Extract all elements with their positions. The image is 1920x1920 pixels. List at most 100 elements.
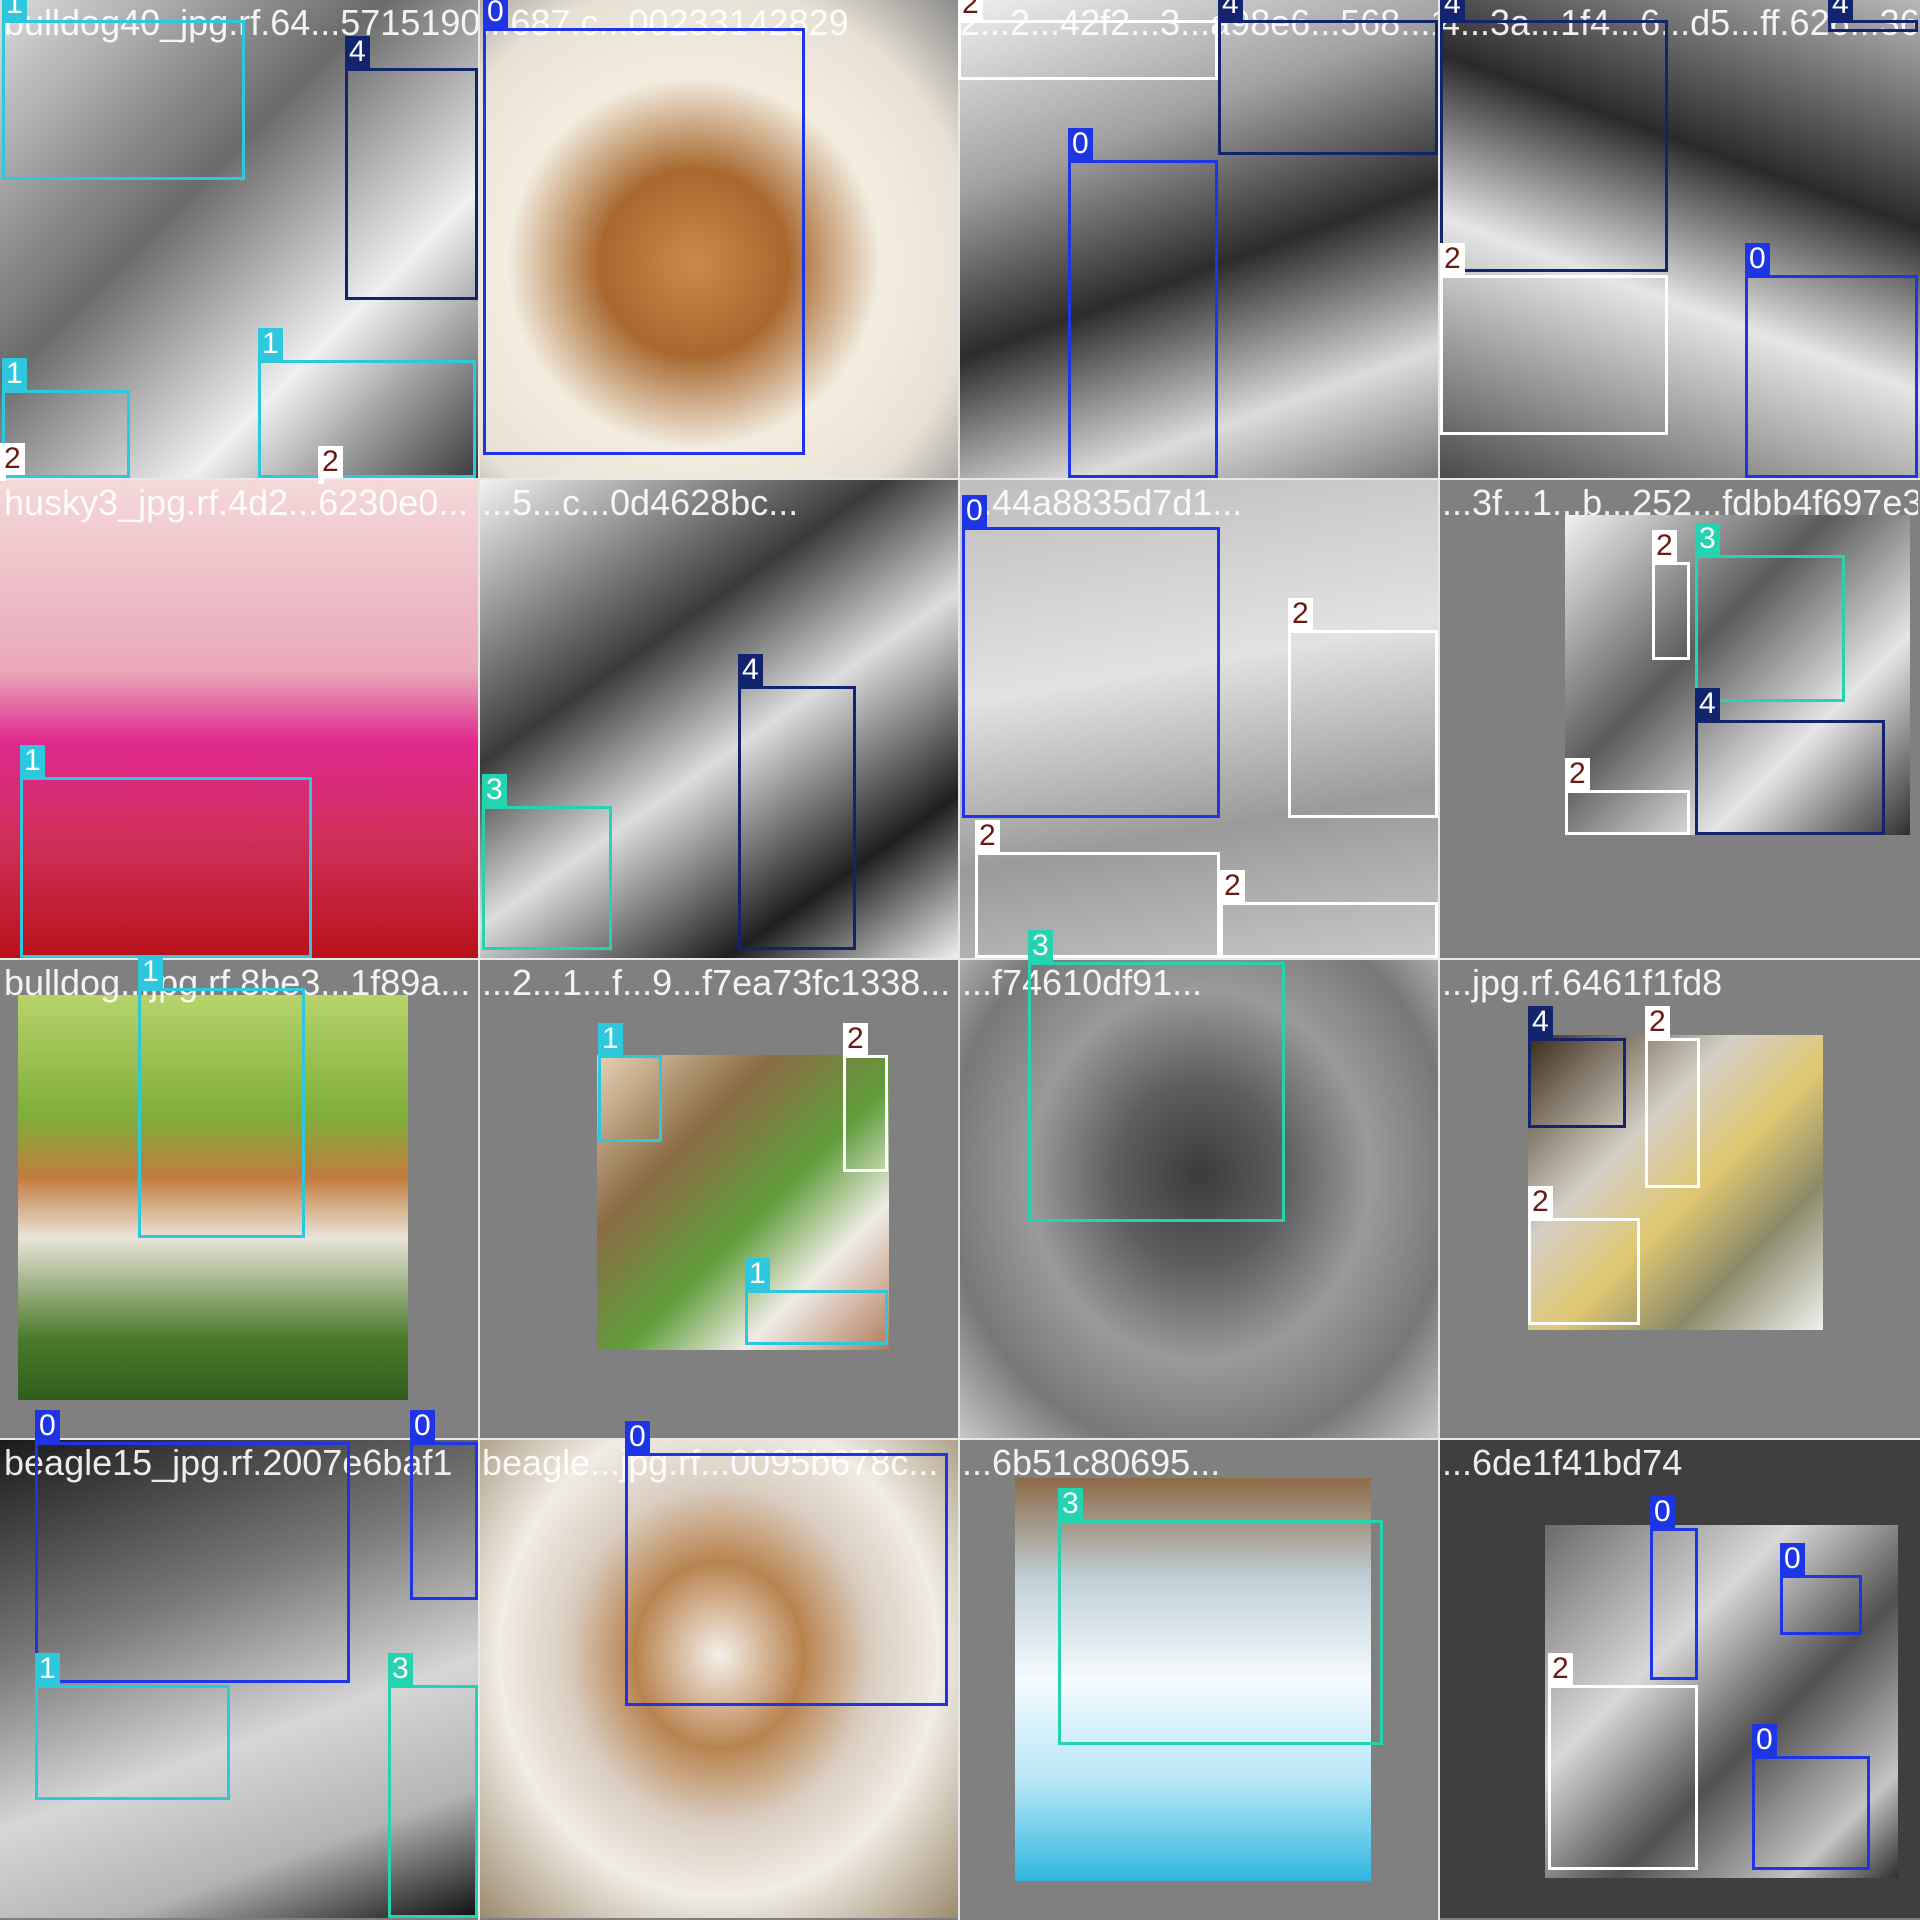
bounding-box-class-2: 2 xyxy=(1548,1653,1698,1870)
mosaic-grid: bulldog40_jpg.rf.64...5715190...687.c...… xyxy=(0,0,1920,1920)
bounding-box-class-2: 2 xyxy=(1565,758,1690,835)
class-label: 0 xyxy=(410,1410,435,1442)
class-label: 4 xyxy=(1828,0,1853,20)
class-label: 3 xyxy=(1695,523,1720,555)
class-label: 4 xyxy=(1695,688,1720,720)
bounding-box-class-2: 2 xyxy=(1288,598,1438,818)
class-label: 0 xyxy=(483,0,508,28)
bounding-box-class-4: 4 xyxy=(1440,0,1668,272)
class-label: 2 xyxy=(1652,530,1677,562)
bounding-box-class-3: 3 xyxy=(388,1653,478,1918)
bounding-box-class-2: 2 xyxy=(1220,870,1438,958)
bounding-box-class-1: 1 xyxy=(258,328,476,478)
bounding-box-class-3: 3 xyxy=(1028,930,1285,1222)
bounding-box-class-0: 0 xyxy=(1650,1496,1698,1680)
bounding-box-class-1: 1 xyxy=(20,745,312,958)
class-label: 4 xyxy=(345,36,370,68)
class-label: 2 xyxy=(843,1023,868,1055)
bounding-box-class-2: 2 xyxy=(1645,1006,1700,1188)
bounding-box-class-3: 3 xyxy=(482,774,612,950)
class-label: 2 xyxy=(1528,1186,1553,1218)
class-label: 0 xyxy=(1650,1496,1675,1528)
bounding-box-class-2: 2 xyxy=(1440,243,1668,435)
class-label: 1 xyxy=(138,956,163,988)
tile-8 xyxy=(1440,480,1920,958)
bounding-box-class-3: 3 xyxy=(1058,1488,1383,1745)
class-label: 0 xyxy=(1752,1724,1777,1756)
class-label: 2 xyxy=(1645,1006,1670,1038)
bounding-box-class-0: 0 xyxy=(35,1410,350,1683)
tile-caption: husky3_jpg.rf.4d2...6230e0... xyxy=(4,482,469,523)
grid-divider xyxy=(0,958,1920,960)
bounding-box-class-2: 2 xyxy=(975,820,1220,958)
class-label: 3 xyxy=(388,1653,413,1685)
class-label: 2 xyxy=(318,446,343,478)
class-label: 0 xyxy=(35,1410,60,1442)
class-label: 1 xyxy=(2,358,27,390)
class-label: 2 xyxy=(1288,598,1313,630)
bounding-box-class-2: 2 xyxy=(0,443,25,481)
bounding-box-class-2: 2 xyxy=(1652,530,1690,660)
bounding-box-class-0: 0 xyxy=(483,0,805,455)
bounding-box-class-2: 2 xyxy=(1528,1186,1640,1325)
bounding-box-class-0: 0 xyxy=(625,1421,948,1706)
tile-caption: ...6de1f41bd74 xyxy=(1442,1442,1683,1483)
bounding-box-class-1: 1 xyxy=(598,1023,662,1142)
class-label: 2 xyxy=(0,443,25,475)
class-label: 1 xyxy=(20,745,45,777)
bounding-box-class-4: 4 xyxy=(345,36,478,300)
bounding-box-class-2: 2 xyxy=(958,0,1218,80)
bounding-box-class-4: 4 xyxy=(1218,0,1438,155)
class-label: 0 xyxy=(1068,128,1093,160)
class-label: 2 xyxy=(1440,243,1465,275)
class-label: 4 xyxy=(1218,0,1243,20)
class-label: 2 xyxy=(975,820,1000,852)
bounding-box-class-1: 1 xyxy=(2,0,245,180)
bounding-box-class-4: 4 xyxy=(738,654,856,950)
class-label: 4 xyxy=(738,654,763,686)
class-label: 1 xyxy=(745,1258,770,1290)
bounding-box-class-2: 2 xyxy=(843,1023,888,1172)
class-label: 0 xyxy=(625,1421,650,1453)
bounding-box-class-2: 2 xyxy=(318,446,343,484)
tile-10 xyxy=(480,960,958,1438)
class-label: 1 xyxy=(258,328,283,360)
class-label: 2 xyxy=(1220,870,1245,902)
class-label: 2 xyxy=(1548,1653,1573,1685)
bounding-box-class-0: 0 xyxy=(1745,243,1918,478)
class-label: 3 xyxy=(482,774,507,806)
class-label: 1 xyxy=(2,0,27,20)
tile-caption: ...3f...1...b...252...fdbb4f697e3 xyxy=(1442,482,1918,523)
bounding-box-class-1: 1 xyxy=(745,1258,888,1345)
class-label: 2 xyxy=(1565,758,1590,790)
bounding-box-class-1: 1 xyxy=(138,956,305,1238)
grid-divider xyxy=(0,1438,1920,1440)
bounding-box-class-0: 0 xyxy=(410,1410,478,1600)
tile-caption: ...44a8835d7d1... xyxy=(962,482,1243,523)
class-label: 3 xyxy=(1058,1488,1083,1520)
class-label: 0 xyxy=(1745,243,1770,275)
tile-caption: ...5...c...0d4628bc... xyxy=(482,482,799,523)
grid-divider xyxy=(0,478,1920,480)
tile-caption: ...6b51c80695... xyxy=(962,1442,1221,1483)
class-label: 0 xyxy=(962,495,987,527)
tile-12 xyxy=(1440,960,1920,1438)
grid-divider xyxy=(958,0,960,1920)
class-label: 3 xyxy=(1028,930,1053,962)
tile-caption: ...jpg.rf.6461f1fd8 xyxy=(1442,962,1723,1003)
class-label: 0 xyxy=(1780,1543,1805,1575)
bounding-box-class-4: 4 xyxy=(1828,0,1918,32)
bounding-box-class-0: 0 xyxy=(962,495,1220,818)
class-label: 1 xyxy=(35,1653,60,1685)
bounding-box-class-0: 0 xyxy=(1780,1543,1862,1635)
class-label: 2 xyxy=(958,0,983,20)
class-label: 4 xyxy=(1440,0,1465,20)
bounding-box-class-4: 4 xyxy=(1695,688,1885,835)
grid-divider xyxy=(478,0,480,1920)
class-label: 4 xyxy=(1528,1006,1553,1038)
bounding-box-class-3: 3 xyxy=(1695,523,1845,702)
tile-caption: ...2...1...f...9...f7ea73fc1338... xyxy=(482,962,951,1003)
bounding-box-class-0: 0 xyxy=(1752,1724,1870,1870)
bounding-box-class-0: 0 xyxy=(1068,128,1218,478)
class-label: 1 xyxy=(598,1023,623,1055)
